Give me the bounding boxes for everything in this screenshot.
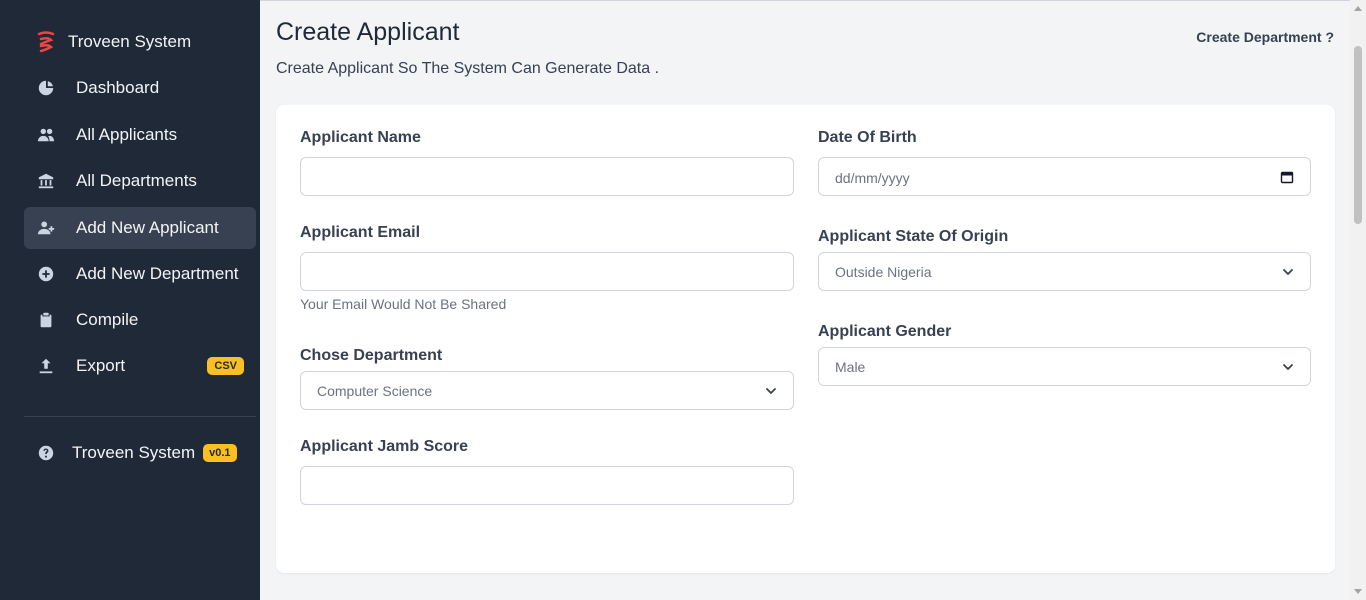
- sidebar-item-all-applicants[interactable]: All Applicants: [24, 114, 256, 156]
- scroll-down-icon[interactable]: [1354, 589, 1362, 594]
- sidebar: Troveen System Dashboard All Applicants …: [0, 0, 260, 600]
- question-circle-icon: [36, 443, 56, 463]
- sidebar-item-label: Dashboard: [76, 78, 160, 97]
- gender-selected-value: Male: [835, 358, 866, 375]
- sidebar-item-export[interactable]: Export CSV: [24, 345, 256, 387]
- department-selected-value: Computer Science: [317, 382, 433, 399]
- scroll-thumb[interactable]: [1354, 46, 1362, 224]
- users-icon: [36, 125, 56, 145]
- sidebar-item-label: All Departments: [76, 171, 197, 190]
- sidebar-divider: [24, 416, 256, 417]
- pie-chart-icon: [36, 78, 56, 98]
- sidebar-item-label: Export: [76, 356, 126, 375]
- brand-name: Troveen System: [68, 32, 192, 51]
- date-of-birth-input[interactable]: dd/mm/yyyy: [818, 157, 1311, 196]
- page-scrollbar[interactable]: [1350, 0, 1366, 600]
- calendar-icon[interactable]: [1280, 170, 1294, 184]
- sidebar-item-add-new-applicant[interactable]: Add New Applicant: [24, 207, 256, 249]
- logo-icon: [37, 31, 55, 53]
- csv-badge: CSV: [207, 357, 244, 375]
- applicant-name-label: Applicant Name: [300, 129, 421, 146]
- date-of-birth-label: Date Of Birth: [818, 129, 917, 146]
- page-title: Create Applicant: [276, 18, 460, 46]
- version-badge: v0.1: [203, 444, 237, 462]
- department-select[interactable]: Computer Science: [300, 371, 794, 410]
- chevron-down-icon: [1283, 269, 1293, 275]
- gender-select[interactable]: Male: [818, 347, 1311, 386]
- email-hint: Your Email Would Not Be Shared: [300, 296, 507, 312]
- state-selected-value: Outside Nigeria: [835, 263, 932, 280]
- state-of-origin-label: Applicant State Of Origin: [818, 228, 1009, 245]
- upload-icon: [36, 356, 56, 376]
- footer-label: Troveen System: [72, 443, 196, 462]
- brand[interactable]: Troveen System: [36, 30, 191, 54]
- jamb-score-label: Applicant Jamb Score: [300, 438, 469, 455]
- sidebar-item-add-new-department[interactable]: Add New Department: [24, 253, 256, 295]
- applicant-form-card: Applicant Name Applicant Email Your Emai…: [276, 105, 1335, 573]
- chevron-down-icon: [1283, 364, 1293, 370]
- sidebar-item-label: All Applicants: [76, 125, 178, 144]
- sidebar-item-dashboard[interactable]: Dashboard: [24, 67, 256, 109]
- plus-circle-icon: [36, 264, 56, 284]
- applicant-email-label: Applicant Email: [300, 224, 421, 241]
- sidebar-item-all-departments[interactable]: All Departments: [24, 160, 256, 202]
- page-subtitle: Create Applicant So The System Can Gener…: [276, 60, 660, 77]
- chevron-down-icon: [766, 388, 776, 394]
- applicant-email-input[interactable]: [300, 252, 794, 291]
- user-add-icon: [36, 218, 56, 238]
- clipboard-icon: [36, 310, 56, 330]
- sidebar-item-label: Add New Applicant: [76, 218, 219, 237]
- applicant-name-input[interactable]: [300, 157, 794, 196]
- department-label: Chose Department: [300, 347, 443, 364]
- library-icon: [36, 171, 56, 191]
- jamb-score-input[interactable]: [300, 466, 794, 505]
- sidebar-item-compile[interactable]: Compile: [24, 299, 256, 341]
- gender-label: Applicant Gender: [818, 323, 952, 340]
- scroll-up-icon[interactable]: [1354, 6, 1362, 11]
- state-of-origin-select[interactable]: Outside Nigeria: [818, 252, 1311, 291]
- sidebar-item-label: Compile: [76, 310, 139, 329]
- date-placeholder: dd/mm/yyyy: [835, 170, 910, 186]
- sidebar-footer[interactable]: Troveen System v0.1: [36, 443, 237, 463]
- create-department-link[interactable]: Create Department ?: [1196, 29, 1334, 45]
- sidebar-item-label: Add New Department: [76, 264, 239, 283]
- main-content: Create Applicant Create Applicant So The…: [260, 0, 1350, 600]
